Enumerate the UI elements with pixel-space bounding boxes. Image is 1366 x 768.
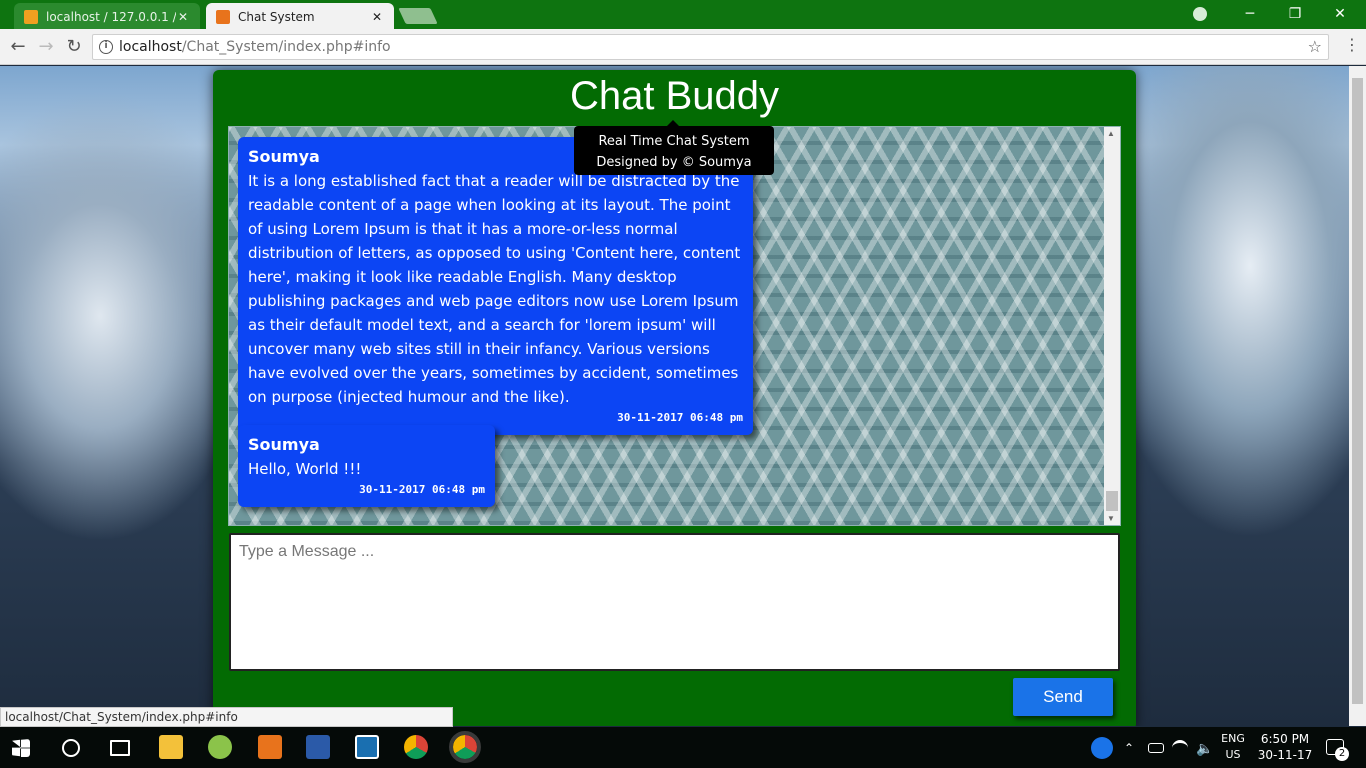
volume-icon[interactable]: 🔈 (1196, 740, 1213, 756)
lang-code: ENG (1221, 732, 1245, 745)
tab-title: Chat System (238, 9, 315, 24)
close-icon[interactable]: ✕ (176, 10, 190, 24)
chat-message: Soumya Hello, World !!! 30-11-2017 06:48… (238, 425, 495, 507)
android-studio-icon[interactable] (208, 735, 232, 759)
clock-time: 6:50 PM (1260, 732, 1310, 746)
language-indicator[interactable]: ENG US (1215, 731, 1251, 763)
page-viewport: Chat Buddy Real Time Chat System Designe… (0, 66, 1349, 726)
page-title: Chat Buddy (569, 74, 780, 118)
phpmyadmin-icon (24, 9, 38, 24)
notification-badge: 2 (1335, 747, 1349, 761)
chat-scrollbar[interactable]: ▲ ▼ (1104, 127, 1120, 525)
message-text: Hello, World !!! (248, 460, 362, 478)
menu-icon[interactable]: ⋮ (1344, 35, 1360, 54)
browser-tab-strip: localhost / 127.0.0.1 / ch ✕ Chat System… (0, 0, 1366, 30)
region-code: US (1225, 748, 1241, 761)
scroll-down-icon[interactable]: ▼ (1107, 514, 1115, 523)
new-tab-button[interactable] (398, 8, 438, 24)
chat-panel: Chat Buddy Real Time Chat System Designe… (213, 70, 1136, 726)
back-icon[interactable]: ← (6, 35, 30, 59)
info-icon[interactable]: i (99, 40, 113, 54)
search-icon[interactable] (62, 739, 80, 757)
chrome-active-icon[interactable] (449, 731, 481, 763)
address-bar[interactable]: i localhost/Chat_System/index.php#info ☆ (92, 34, 1329, 60)
clock-date: 30-11-17 (1257, 748, 1313, 762)
reload-icon[interactable]: ↻ (62, 35, 86, 59)
close-window-button[interactable]: ✕ (1320, 4, 1360, 24)
profile-icon[interactable] (1193, 7, 1207, 21)
app-icon[interactable] (355, 735, 379, 759)
chat-message: Soumya It is a long established fact tha… (238, 137, 753, 435)
word-icon[interactable] (306, 735, 330, 759)
message-sender: Soumya (248, 435, 320, 454)
page-scroll-thumb[interactable] (1352, 78, 1363, 704)
bookmark-star-icon[interactable]: ☆ (1308, 35, 1322, 59)
message-input[interactable] (229, 533, 1120, 671)
tab-chat-system[interactable]: Chat System ✕ (206, 3, 394, 30)
chat-scroll-thumb[interactable] (1106, 491, 1118, 511)
browser-toolbar: ← → ↻ i localhost/Chat_System/index.php#… (0, 29, 1366, 65)
tab-title: localhost / 127.0.0.1 / ch (46, 9, 176, 24)
info-tooltip: Real Time Chat System Designed by © Soum… (574, 126, 774, 175)
tooltip-line: Designed by © Soumya (596, 155, 752, 170)
tooltip-line: Real Time Chat System (598, 134, 750, 149)
message-time: 30-11-2017 06:48 pm (359, 483, 485, 496)
chat-messages[interactable]: Soumya It is a long established fact tha… (228, 126, 1121, 526)
task-view-icon[interactable] (110, 740, 130, 756)
restore-button[interactable]: ❐ (1275, 4, 1315, 24)
windows-start-icon[interactable] (12, 739, 30, 757)
page-scrollbar[interactable] (1349, 66, 1366, 726)
minimize-button[interactable]: ─ (1230, 4, 1270, 24)
help-icon[interactable] (1091, 737, 1113, 759)
battery-icon[interactable] (1148, 743, 1164, 753)
status-url-bar: localhost/Chat_System/index.php#info (0, 707, 453, 727)
close-icon[interactable]: ✕ (370, 10, 384, 24)
file-explorer-icon[interactable] (159, 735, 183, 759)
tab-phpmyadmin[interactable]: localhost / 127.0.0.1 / ch ✕ (14, 3, 200, 30)
chevron-up-icon[interactable]: ⌃ (1124, 741, 1138, 755)
send-button[interactable]: Send (1013, 678, 1113, 716)
xampp-icon (216, 9, 230, 24)
forward-icon[interactable]: → (34, 35, 58, 59)
wifi-icon[interactable] (1172, 740, 1188, 756)
windows-taskbar: ⌃ 🔈 ENG US 6:50 PM 30-11-17 2 (0, 727, 1366, 768)
scroll-up-icon[interactable]: ▲ (1107, 129, 1115, 138)
message-text: It is a long established fact that a rea… (248, 172, 741, 406)
url-text[interactable]: localhost/Chat_System/index.php#info (119, 35, 391, 59)
clock[interactable]: 6:50 PM 30-11-17 (1250, 731, 1320, 763)
xampp-icon[interactable] (258, 735, 282, 759)
chrome-icon[interactable] (404, 735, 428, 759)
